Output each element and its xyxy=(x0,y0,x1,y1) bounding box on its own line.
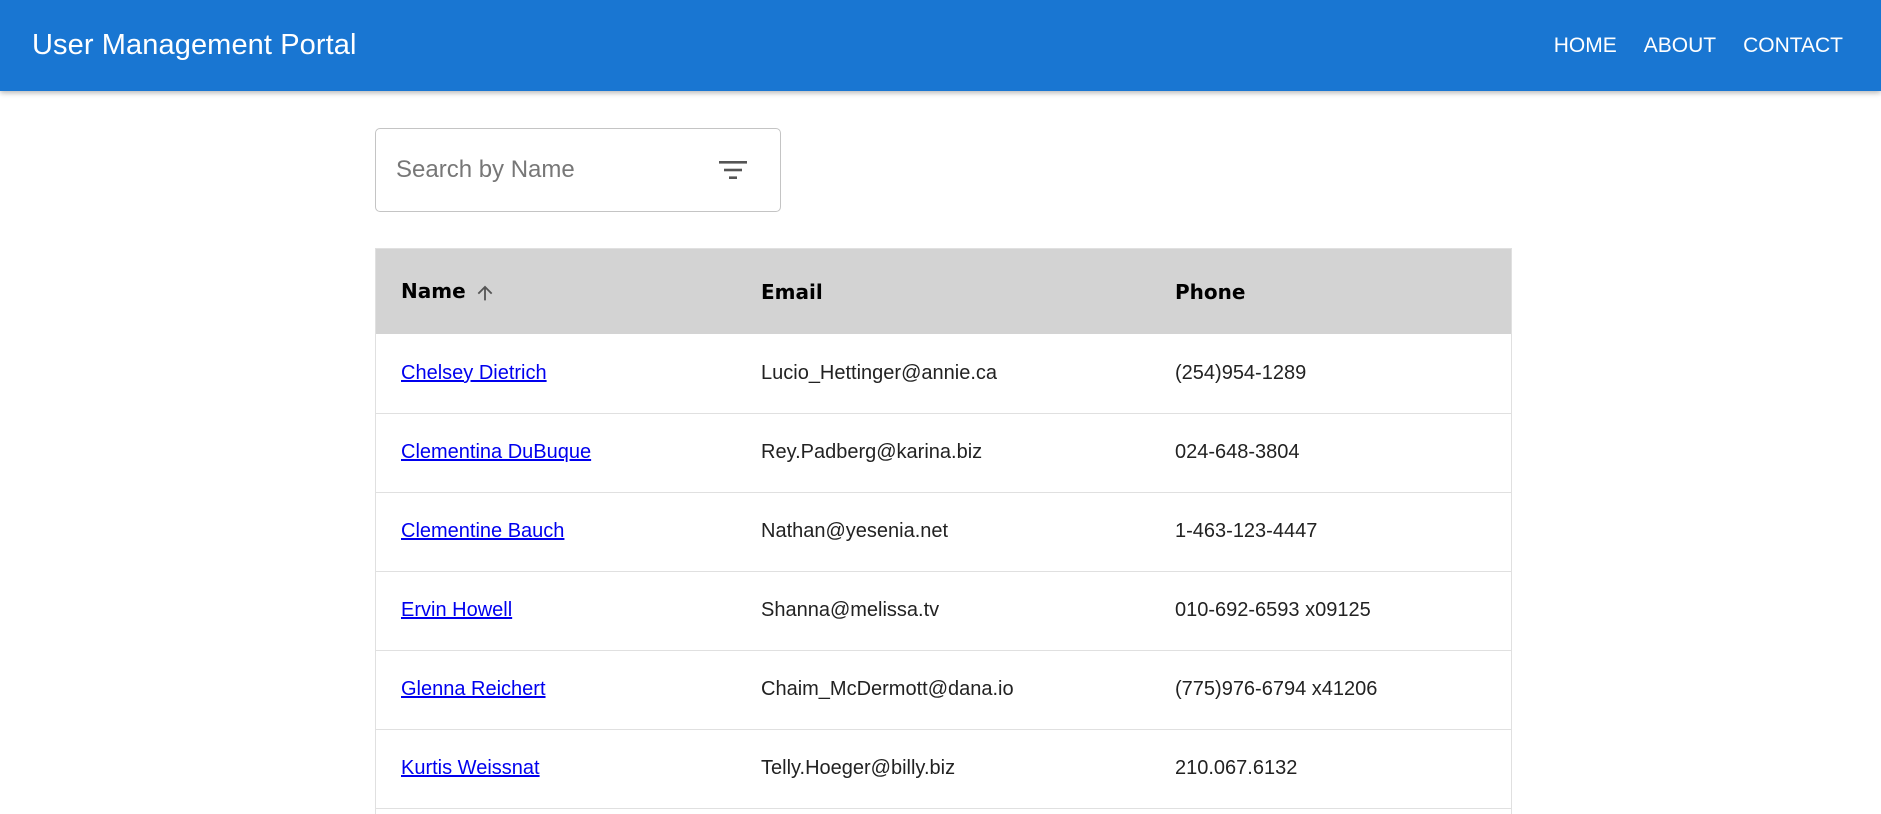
user-name-link[interactable]: Clementine Bauch xyxy=(401,520,564,542)
user-name-link[interactable]: Glenna Reichert xyxy=(401,678,546,700)
cell-name: Ervin Howell xyxy=(376,571,736,650)
table-row: Chelsey Dietrich Lucio_Hettinger@annie.c… xyxy=(376,334,1511,413)
table-row: Ervin Howell Shanna@melissa.tv 010-692-6… xyxy=(376,571,1511,650)
column-header-phone[interactable]: Phone xyxy=(1150,249,1511,334)
search-input[interactable] xyxy=(396,156,718,184)
cell-name: Kurtis Weissnat xyxy=(376,729,736,808)
arrow-up-icon[interactable] xyxy=(474,282,496,304)
cell-email: Shanna@melissa.tv xyxy=(761,599,940,621)
filter-icon[interactable] xyxy=(718,159,748,181)
cell-name: Clementine Bauch xyxy=(376,492,736,571)
app-bar: User Management Portal HOME ABOUT CONTAC… xyxy=(0,0,1881,91)
cell-email: Chaim_McDermott@dana.io xyxy=(761,678,1014,700)
users-table: Name Email Phone Chelsey Dietrich Lucio_… xyxy=(375,248,1512,814)
cell-name: Chelsey Dietrich xyxy=(376,334,736,413)
user-name-link[interactable]: Chelsey Dietrich xyxy=(401,362,547,384)
table-row: Clementine Bauch Nathan@yesenia.net 1-46… xyxy=(376,492,1511,571)
cell-email: Lucio_Hettinger@annie.ca xyxy=(761,361,998,384)
cell-email: Rey.Padberg@karina.biz xyxy=(761,441,983,463)
table-row: Kurtis Weissnat Telly.Hoeger@billy.biz 2… xyxy=(376,729,1511,808)
cell-phone: (254)954-1289 xyxy=(1175,361,1307,384)
nav-link-about[interactable]: ABOUT xyxy=(1644,34,1716,58)
table-row: Glenna Reichert Chaim_McDermott@dana.io … xyxy=(376,650,1511,729)
app-title: User Management Portal xyxy=(32,29,357,61)
table-row: Clementina DuBuque Rey.Padberg@karina.bi… xyxy=(376,413,1511,492)
cell-phone: 210.067.6132 xyxy=(1175,757,1298,779)
cell-phone: 1-463-123-4447 xyxy=(1175,520,1318,542)
user-name-link[interactable]: Kurtis Weissnat xyxy=(401,757,540,779)
search-field xyxy=(375,128,781,212)
nav-link-home[interactable]: HOME xyxy=(1554,34,1617,58)
cell-email: Nathan@yesenia.net xyxy=(761,520,949,542)
cell-name: Glenna Reichert xyxy=(376,650,736,729)
column-header-email[interactable]: Email xyxy=(736,249,1150,334)
user-name-link[interactable]: Clementina DuBuque xyxy=(401,441,591,463)
cell-name: Clementina DuBuque xyxy=(376,413,736,492)
column-header-label: Name xyxy=(401,279,466,304)
top-nav: HOME ABOUT CONTACT xyxy=(1554,34,1843,58)
nav-link-contact[interactable]: CONTACT xyxy=(1743,34,1843,58)
user-name-link[interactable]: Ervin Howell xyxy=(401,599,512,621)
cell-phone: 024-648-3804 xyxy=(1175,441,1300,463)
cell-phone: (775)976-6794 x41206 xyxy=(1175,678,1378,700)
cell-phone: 010-692-6593 x09125 xyxy=(1175,599,1371,621)
table-header-row: Name Email Phone xyxy=(376,249,1511,334)
cell-email: Telly.Hoeger@billy.biz xyxy=(761,757,956,779)
column-header-name[interactable]: Name xyxy=(376,249,736,334)
